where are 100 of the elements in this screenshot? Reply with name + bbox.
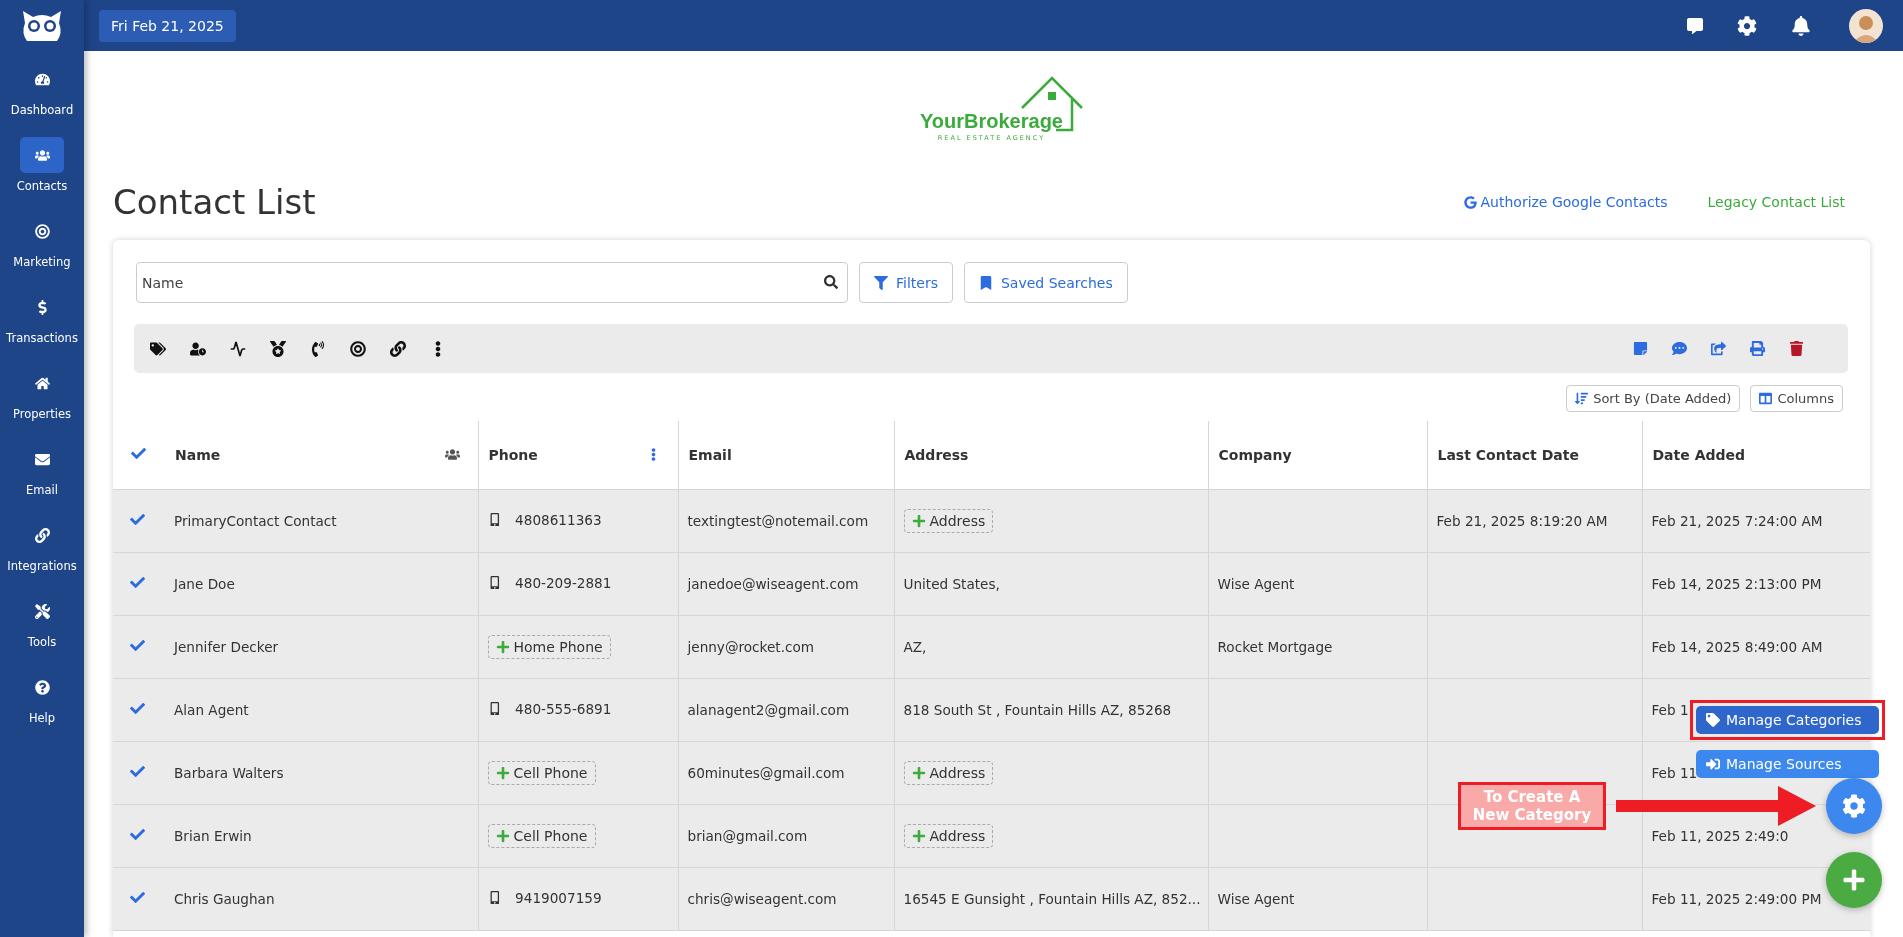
row-check[interactable]: [130, 511, 145, 527]
company-text: Wise Agent: [1217, 575, 1295, 592]
columns-button[interactable]: Columns: [1750, 385, 1843, 412]
print-icon[interactable]: [1750, 341, 1765, 356]
tags-icon[interactable]: [150, 340, 166, 357]
house-icon: [34, 375, 50, 391]
share-icon[interactable]: [1711, 341, 1726, 356]
contact-name: Alan Agent: [174, 701, 249, 718]
date-added: Feb 14, 2025 8:49:00 AM: [1651, 638, 1823, 655]
plus-icon: [911, 828, 926, 843]
column-header: Address: [904, 446, 969, 463]
sidebar-item[interactable]: Help: [0, 659, 84, 735]
bookmark-icon: [978, 275, 993, 290]
add-address-button[interactable]: Address: [903, 508, 994, 533]
chat-icon[interactable]: [1672, 341, 1687, 356]
email-text: brian@gmail.com: [687, 827, 808, 844]
tag-icon: [1706, 713, 1720, 727]
date-added: Feb 11, 2025 2:49:00 PM: [1651, 890, 1822, 907]
user-avatar[interactable]: [1849, 8, 1883, 43]
row-check[interactable]: [130, 574, 145, 590]
sign-in-icon: [1706, 757, 1720, 771]
sidebar-item[interactable]: Dashboard: [0, 51, 84, 127]
column-header: Company: [1218, 446, 1292, 463]
email-text: alanagent2@gmail.com: [687, 701, 850, 718]
column-header: Phone: [488, 446, 538, 463]
sidebar-item[interactable]: Transactions: [0, 279, 84, 355]
add-phone-button[interactable]: Cell Phone: [487, 823, 596, 848]
contact-name: Chris Gaughan: [174, 890, 275, 907]
phone-icon[interactable]: [310, 340, 326, 357]
brand-name: YourBrokerage: [920, 109, 1063, 133]
contact-name: Brian Erwin: [174, 827, 252, 844]
contact-name: Jennifer Decker: [174, 638, 279, 655]
date-added: Feb 21, 2025 7:24:00 AM: [1651, 512, 1823, 529]
phone-number: 480-555-6891: [515, 700, 612, 717]
date-added: Feb 11, 2025 2:49:0: [1651, 827, 1789, 844]
link-icon[interactable]: [390, 340, 406, 357]
sidebar-item[interactable]: Contacts: [0, 127, 84, 203]
select-all-check[interactable]: [131, 445, 146, 461]
address-text: 818 South St , Fountain Hills AZ, 85268: [903, 701, 1172, 718]
column-header: Last Contact Date: [1437, 446, 1579, 463]
contact-name: Jane Doe: [174, 575, 235, 592]
filters-button[interactable]: Filters: [859, 262, 953, 303]
row-check[interactable]: [130, 700, 145, 716]
plus-icon: [495, 639, 510, 654]
bell-icon[interactable]: [1791, 15, 1811, 36]
add-address-button[interactable]: Address: [903, 760, 994, 785]
medal-icon[interactable]: [270, 340, 286, 357]
trash-icon[interactable]: [1789, 341, 1804, 356]
fab-menu-button[interactable]: Manage Categories: [1696, 706, 1879, 734]
fab-menu-button[interactable]: Manage Sources: [1696, 750, 1879, 778]
settings-icon[interactable]: [1737, 15, 1757, 36]
link-icon: [34, 527, 50, 543]
column-header: Email: [688, 446, 732, 463]
user-clock-icon[interactable]: [190, 340, 206, 357]
authorize-google-link[interactable]: Authorize Google Contacts: [1463, 194, 1668, 210]
contact-name: Barbara Walters: [174, 764, 284, 781]
page-title: Contact List: [113, 182, 317, 222]
company-text: Wise Agent: [1217, 890, 1295, 907]
plus-icon: [495, 765, 510, 780]
row-check[interactable]: [130, 763, 145, 779]
note-icon[interactable]: [1633, 341, 1648, 356]
pulse-icon[interactable]: [230, 340, 246, 357]
row-check[interactable]: [130, 889, 145, 905]
email-text: 60minutes@gmail.com: [687, 764, 845, 781]
columns-icon: [1759, 392, 1773, 405]
add-address-button[interactable]: Address: [903, 823, 994, 848]
filter-icon: [874, 275, 888, 290]
last-contact-date: Feb 21, 2025 8:19:20 AM: [1436, 512, 1608, 529]
sidebar-item[interactable]: Integrations: [0, 507, 84, 583]
phone-number: 9419007159: [515, 889, 602, 906]
date-added: Feb 1: [1651, 701, 1689, 718]
search-field[interactable]: Name: [136, 262, 848, 303]
row-check[interactable]: [130, 637, 145, 653]
users-icon[interactable]: [444, 447, 460, 463]
email-text: janedoe@wiseagent.com: [687, 575, 859, 592]
sidebar-item[interactable]: Properties: [0, 355, 84, 431]
search-icon: [824, 275, 838, 289]
row-check[interactable]: [130, 826, 145, 842]
target-icon[interactable]: [350, 340, 366, 357]
address-text: United States,: [903, 575, 1000, 592]
company-text: Rocket Mortgage: [1217, 638, 1333, 655]
add-phone-button[interactable]: Home Phone: [487, 634, 611, 659]
email-text: chris@wiseagent.com: [687, 890, 837, 907]
target-icon: [34, 223, 50, 239]
address-text: AZ,: [903, 638, 927, 655]
column-header: Name: [175, 446, 221, 463]
sidebar-item[interactable]: Email: [0, 431, 84, 507]
sidebar-item[interactable]: Marketing: [0, 203, 84, 279]
saved-searches-button[interactable]: Saved Searches: [963, 262, 1128, 303]
settings-icon: [1842, 794, 1866, 818]
sort-button[interactable]: Sort By (Date Added): [1566, 385, 1741, 412]
phone-number: 480-209-2881: [515, 574, 612, 591]
gauge-icon: [34, 71, 50, 87]
google-icon: [1463, 195, 1477, 209]
sidebar-item[interactable]: Tools: [0, 583, 84, 659]
chat-icon[interactable]: [1687, 17, 1703, 34]
date-added: Feb 14, 2025 2:13:00 PM: [1651, 575, 1822, 592]
add-phone-button[interactable]: Cell Phone: [487, 760, 596, 785]
plus-icon: [1842, 868, 1866, 892]
tools-icon: [34, 603, 50, 619]
